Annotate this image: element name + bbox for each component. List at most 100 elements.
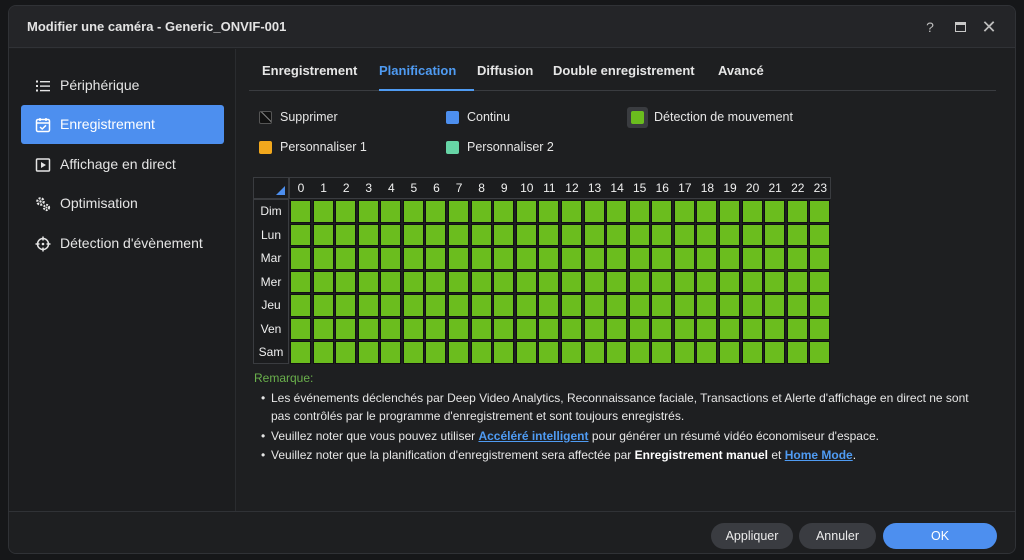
- schedule-cell[interactable]: [696, 247, 718, 270]
- schedule-cell[interactable]: [515, 317, 537, 340]
- schedule-cell[interactable]: [290, 223, 311, 246]
- schedule-cell[interactable]: [741, 317, 763, 340]
- schedule-cell[interactable]: [809, 200, 831, 223]
- schedule-cell[interactable]: [290, 294, 311, 317]
- schedule-cell[interactable]: [583, 247, 605, 270]
- schedule-cell[interactable]: [560, 270, 582, 293]
- hour-label[interactable]: 7: [448, 177, 470, 199]
- tab-enregistrement[interactable]: Enregistrement: [262, 63, 357, 78]
- schedule-cell[interactable]: [335, 200, 357, 223]
- schedule-cell[interactable]: [764, 341, 786, 364]
- schedule-cell[interactable]: [583, 341, 605, 364]
- schedule-cell[interactable]: [448, 270, 470, 293]
- schedule-cell[interactable]: [651, 341, 673, 364]
- schedule-cell[interactable]: [606, 247, 628, 270]
- schedule-cell[interactable]: [786, 341, 808, 364]
- schedule-cell[interactable]: [380, 223, 402, 246]
- schedule-cell[interactable]: [448, 341, 470, 364]
- hour-label[interactable]: 8: [471, 177, 493, 199]
- hour-label[interactable]: 18: [696, 177, 718, 199]
- day-label[interactable]: Lun: [253, 224, 289, 247]
- schedule-cell[interactable]: [493, 223, 515, 246]
- day-label[interactable]: Jeu: [253, 294, 289, 317]
- schedule-cell[interactable]: [380, 247, 402, 270]
- schedule-cell[interactable]: [764, 294, 786, 317]
- schedule-cell[interactable]: [425, 317, 447, 340]
- schedule-cell[interactable]: [741, 270, 763, 293]
- schedule-cell[interactable]: [357, 200, 379, 223]
- schedule-cell[interactable]: [583, 270, 605, 293]
- schedule-cell[interactable]: [335, 247, 357, 270]
- schedule-cell[interactable]: [335, 223, 357, 246]
- schedule-cell[interactable]: [628, 270, 650, 293]
- schedule-cell[interactable]: [470, 247, 492, 270]
- schedule-cell[interactable]: [606, 270, 628, 293]
- schedule-cell[interactable]: [809, 317, 831, 340]
- schedule-cell[interactable]: [335, 317, 357, 340]
- schedule-cell[interactable]: [538, 294, 560, 317]
- schedule-cell[interactable]: [402, 200, 424, 223]
- schedule-cell[interactable]: [312, 294, 334, 317]
- schedule-cell[interactable]: [402, 294, 424, 317]
- sidebar-item-affichage-direct[interactable]: Affichage en direct: [21, 145, 224, 184]
- day-label[interactable]: Ven: [253, 318, 289, 341]
- schedule-cell[interactable]: [448, 317, 470, 340]
- schedule-cell[interactable]: [380, 270, 402, 293]
- day-label[interactable]: Mar: [253, 247, 289, 270]
- sidebar-item-enregistrement[interactable]: Enregistrement: [21, 105, 224, 144]
- schedule-cell[interactable]: [764, 317, 786, 340]
- schedule-cell[interactable]: [673, 341, 695, 364]
- schedule-cell[interactable]: [786, 247, 808, 270]
- schedule-cell[interactable]: [696, 270, 718, 293]
- apply-button[interactable]: Appliquer: [711, 523, 793, 549]
- hour-label[interactable]: 0: [290, 177, 312, 199]
- schedule-cell[interactable]: [696, 223, 718, 246]
- schedule-cell[interactable]: [515, 270, 537, 293]
- tab-double-enregistrement[interactable]: Double enregistrement: [553, 63, 695, 78]
- schedule-cell[interactable]: [380, 317, 402, 340]
- maximize-icon[interactable]: [949, 16, 971, 38]
- schedule-cell[interactable]: [470, 341, 492, 364]
- schedule-cell[interactable]: [696, 294, 718, 317]
- schedule-cell[interactable]: [719, 294, 741, 317]
- schedule-cell[interactable]: [290, 247, 311, 270]
- schedule-cell[interactable]: [628, 317, 650, 340]
- schedule-cell[interactable]: [312, 270, 334, 293]
- schedule-cell[interactable]: [493, 270, 515, 293]
- sidebar-item-optimisation[interactable]: Optimisation: [21, 184, 224, 223]
- schedule-cell[interactable]: [673, 200, 695, 223]
- schedule-cell[interactable]: [583, 223, 605, 246]
- schedule-cell[interactable]: [402, 247, 424, 270]
- hour-label[interactable]: 21: [764, 177, 786, 199]
- schedule-cell[interactable]: [515, 223, 537, 246]
- schedule-cell[interactable]: [628, 223, 650, 246]
- schedule-cell[interactable]: [651, 317, 673, 340]
- schedule-cell[interactable]: [719, 223, 741, 246]
- hour-label[interactable]: 19: [719, 177, 741, 199]
- hour-label[interactable]: 11: [538, 177, 560, 199]
- schedule-cell[interactable]: [741, 294, 763, 317]
- hour-label[interactable]: 17: [674, 177, 696, 199]
- schedule-cell[interactable]: [425, 341, 447, 364]
- hour-label[interactable]: 12: [561, 177, 583, 199]
- schedule-cell[interactable]: [470, 270, 492, 293]
- schedule-cell[interactable]: [515, 247, 537, 270]
- hour-label[interactable]: 14: [606, 177, 628, 199]
- schedule-cell[interactable]: [786, 317, 808, 340]
- schedule-cell[interactable]: [719, 200, 741, 223]
- schedule-cell[interactable]: [448, 247, 470, 270]
- schedule-cell[interactable]: [515, 341, 537, 364]
- schedule-cell[interactable]: [786, 200, 808, 223]
- schedule-cell[interactable]: [628, 341, 650, 364]
- schedule-cell[interactable]: [380, 200, 402, 223]
- schedule-cell[interactable]: [290, 341, 311, 364]
- schedule-cell[interactable]: [809, 223, 831, 246]
- schedule-cell[interactable]: [764, 223, 786, 246]
- schedule-cell[interactable]: [628, 200, 650, 223]
- hour-label[interactable]: 10: [516, 177, 538, 199]
- schedule-cell[interactable]: [357, 341, 379, 364]
- schedule-cell[interactable]: [719, 247, 741, 270]
- schedule-cell[interactable]: [357, 294, 379, 317]
- schedule-cell[interactable]: [538, 200, 560, 223]
- schedule-cell[interactable]: [538, 223, 560, 246]
